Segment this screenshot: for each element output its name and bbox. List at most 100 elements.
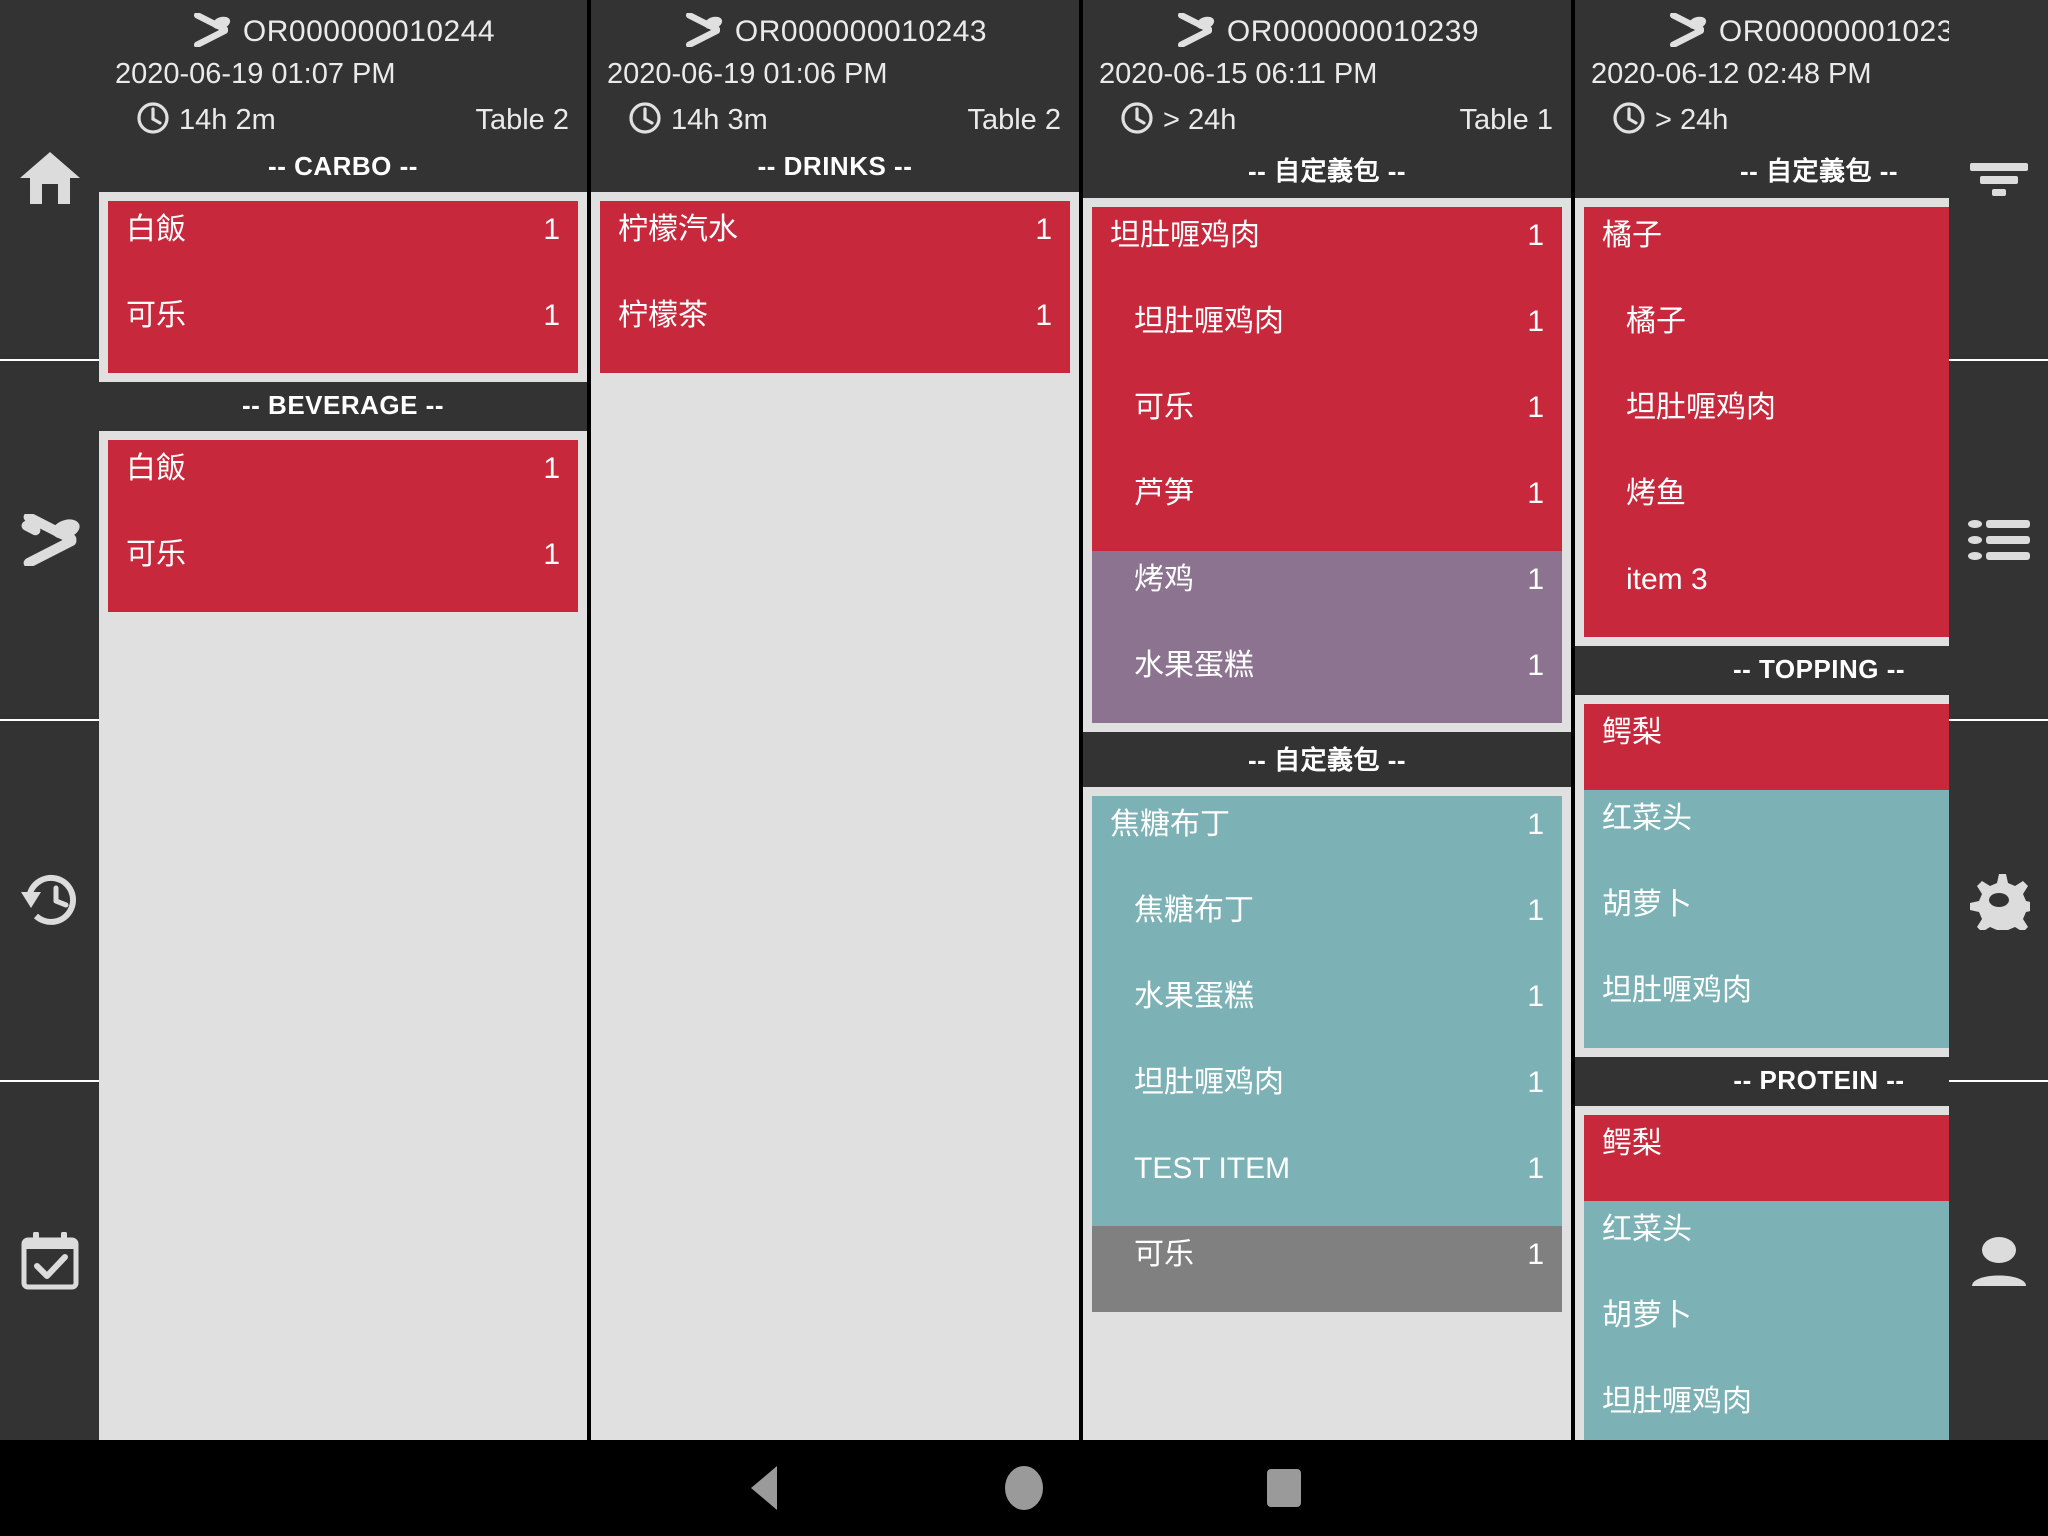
- rail-button-list[interactable]: [1949, 361, 2048, 721]
- rail-button-home[interactable]: [0, 0, 99, 361]
- order-elapsed: > 24h: [1611, 100, 1728, 141]
- order-card[interactable]: OR000000010238 2020-06-12 02:48 PM > 24h --…: [1575, 0, 1949, 1440]
- recents-square-icon: [1267, 1469, 1301, 1507]
- item-group-teal[interactable]: 红菜头胡萝卜坦肚喱鸡肉: [1584, 1201, 1949, 1440]
- section-panel: 橘子 橘子 坦肚喱鸡肉 烤鱼 item 3: [1575, 198, 1949, 646]
- order-line-item[interactable]: 芦笋 1: [1092, 465, 1562, 551]
- order-line-item[interactable]: 坦肚喱鸡肉: [1584, 962, 1949, 1048]
- cutlery-icon: [19, 513, 81, 566]
- section-item-list: 焦糖布丁 1 焦糖布丁 1 水果蛋糕 1 坦肚喱鸡肉 1 TEST ITEM 1 可乐 1: [1092, 796, 1562, 1312]
- order-datetime: 2020-06-15 06:11 PM: [1099, 58, 1378, 90]
- order-elapsed-text: 14h 2m: [179, 103, 276, 136]
- rail-button-person[interactable]: [1949, 1082, 2048, 1441]
- order-line-item[interactable]: 坦肚喱鸡肉 1: [1092, 207, 1562, 293]
- home-circle-icon: [1005, 1466, 1043, 1510]
- order-line-item[interactable]: 水果蛋糕 1: [1092, 637, 1562, 723]
- order-line-item[interactable]: 白飯 1: [108, 201, 578, 287]
- order-line-item[interactable]: 橘子: [1584, 293, 1949, 379]
- order-card[interactable]: OR000000010244 2020-06-19 01:07 PM 14h 2m T…: [99, 0, 591, 1440]
- item-quantity: 1: [1527, 1238, 1544, 1271]
- nav-recents-button[interactable]: [1154, 1469, 1414, 1507]
- item-group-red[interactable]: 白飯 1 可乐 1: [108, 440, 578, 612]
- order-line-item[interactable]: 柠檬汽水 1: [600, 201, 1070, 287]
- item-name: 芦笋: [1134, 477, 1194, 510]
- order-meta-row: 14h 3m Table 2: [605, 97, 1065, 143]
- item-name: item 3: [1626, 563, 1708, 596]
- calendar-icon: [21, 1231, 79, 1290]
- rail-button-gear[interactable]: [1949, 721, 2048, 1082]
- item-group-red[interactable]: 坦肚喱鸡肉 1 坦肚喱鸡肉 1 可乐 1 芦笋 1: [1092, 207, 1562, 551]
- item-name: 坦肚喱鸡肉: [1110, 219, 1260, 252]
- item-name: 可乐: [1134, 1238, 1194, 1271]
- order-elapsed: 14h 2m: [135, 100, 276, 141]
- item-group-red[interactable]: 白飯 1 可乐 1: [108, 201, 578, 373]
- order-line-item[interactable]: 可乐 1: [108, 287, 578, 373]
- order-line-item[interactable]: 烤鱼: [1584, 465, 1949, 551]
- item-group-red[interactable]: 橘子 橘子 坦肚喱鸡肉 烤鱼 item 3: [1584, 207, 1949, 637]
- order-body: -- CARBO -- 白飯 1 可乐 1 -- BEVERAGE -- 白飯 1 可乐 1: [99, 143, 587, 1440]
- item-name: 鳄梨: [1602, 716, 1662, 749]
- item-quantity: 1: [1527, 808, 1544, 841]
- item-name: 坦肚喱鸡肉: [1134, 305, 1284, 338]
- home-icon: [18, 150, 82, 208]
- order-line-item[interactable]: 白飯 1: [108, 440, 578, 526]
- order-line-item[interactable]: 可乐 1: [1092, 379, 1562, 465]
- item-group-teal[interactable]: 红菜头 胡萝卜坦肚喱鸡肉: [1584, 790, 1949, 1048]
- item-quantity: 1: [1527, 980, 1544, 1013]
- order-line-item[interactable]: 橘子: [1584, 207, 1949, 293]
- order-line-item[interactable]: 红菜头: [1584, 1201, 1949, 1287]
- item-group-purple[interactable]: 烤鸡 1 水果蛋糕 1: [1092, 551, 1562, 723]
- nav-home-button[interactable]: [894, 1466, 1154, 1510]
- order-header: OR000000010243 2020-06-19 01:06 PM 14h 3m T…: [591, 0, 1079, 143]
- section-header: -- PROTEIN --: [1575, 1057, 1949, 1106]
- item-name: 坦肚喱鸡肉: [1602, 974, 1752, 1007]
- order-line-item[interactable]: item 3: [1584, 551, 1949, 637]
- item-group-teal[interactable]: 焦糖布丁 1 焦糖布丁 1 水果蛋糕 1 坦肚喱鸡肉 1 TEST ITEM 1: [1092, 796, 1562, 1226]
- order-id-row: OR000000010243: [605, 10, 1065, 54]
- item-group-red[interactable]: 柠檬汽水 1 柠檬茶 1: [600, 201, 1070, 373]
- order-meta-row: 14h 2m Table 2: [113, 97, 573, 143]
- order-meta-row: > 24h Table 1: [1097, 97, 1557, 143]
- item-group-gray[interactable]: 可乐 1: [1092, 1226, 1562, 1312]
- order-line-item[interactable]: 焦糖布丁 1: [1092, 796, 1562, 882]
- rail-button-filter[interactable]: [1949, 0, 2048, 361]
- order-line-item[interactable]: 坦肚喱鸡肉: [1584, 379, 1949, 465]
- order-line-item[interactable]: 坦肚喱鸡肉: [1584, 1373, 1949, 1440]
- rail-button-cutlery[interactable]: [0, 361, 99, 721]
- order-line-item[interactable]: 可乐 1: [108, 526, 578, 612]
- orders-container[interactable]: OR000000010244 2020-06-19 01:07 PM 14h 2m T…: [99, 0, 1949, 1440]
- order-card[interactable]: OR000000010239 2020-06-15 06:11 PM > 24h Ta…: [1083, 0, 1575, 1440]
- order-line-item[interactable]: 胡萝卜: [1584, 1287, 1949, 1373]
- order-line-item[interactable]: TEST ITEM 1: [1092, 1140, 1562, 1226]
- item-group-red[interactable]: 鳄梨: [1584, 704, 1949, 790]
- order-line-item[interactable]: 鳄梨: [1584, 704, 1949, 790]
- order-line-item[interactable]: 鳄梨: [1584, 1115, 1949, 1201]
- order-line-item[interactable]: 红菜头: [1584, 790, 1949, 876]
- order-card[interactable]: OR000000010243 2020-06-19 01:06 PM 14h 3m T…: [591, 0, 1083, 1440]
- order-line-item[interactable]: 柠檬茶 1: [600, 287, 1070, 373]
- section-item-list: 鳄梨 红菜头胡萝卜坦肚喱鸡肉: [1584, 1115, 1949, 1440]
- order-header: OR000000010238 2020-06-12 02:48 PM > 24h: [1575, 0, 1949, 143]
- order-elapsed-text: > 24h: [1163, 103, 1237, 136]
- rail-button-calendar[interactable]: [0, 1082, 99, 1441]
- order-elapsed: 14h 3m: [627, 100, 768, 141]
- order-line-item[interactable]: 可乐 1: [1092, 1226, 1562, 1312]
- order-line-item[interactable]: 焦糖布丁 1: [1092, 882, 1562, 968]
- order-line-item[interactable]: 胡萝卜: [1584, 876, 1949, 962]
- order-line-item[interactable]: 坦肚喱鸡肉 1: [1092, 1054, 1562, 1140]
- section-header: -- 自定義包 --: [1575, 143, 1949, 198]
- nav-back-button[interactable]: [634, 1466, 894, 1510]
- order-line-item[interactable]: 烤鸡 1: [1092, 551, 1562, 637]
- order-datetime: 2020-06-19 01:07 PM: [115, 58, 396, 90]
- section-header: -- 自定義包 --: [1083, 732, 1571, 787]
- order-header: OR000000010244 2020-06-19 01:07 PM 14h 2m T…: [99, 0, 587, 143]
- item-group-red[interactable]: 鳄梨: [1584, 1115, 1949, 1201]
- rail-button-history[interactable]: [0, 721, 99, 1082]
- order-line-item[interactable]: 水果蛋糕 1: [1092, 968, 1562, 1054]
- order-line-item[interactable]: 坦肚喱鸡肉 1: [1092, 293, 1562, 379]
- list-icon: [1967, 519, 2030, 561]
- item-name: 柠檬汽水: [618, 213, 738, 246]
- item-name: 胡萝卜: [1602, 1299, 1692, 1332]
- item-quantity: 1: [1527, 219, 1544, 252]
- section-header: -- 自定義包 --: [1083, 143, 1571, 198]
